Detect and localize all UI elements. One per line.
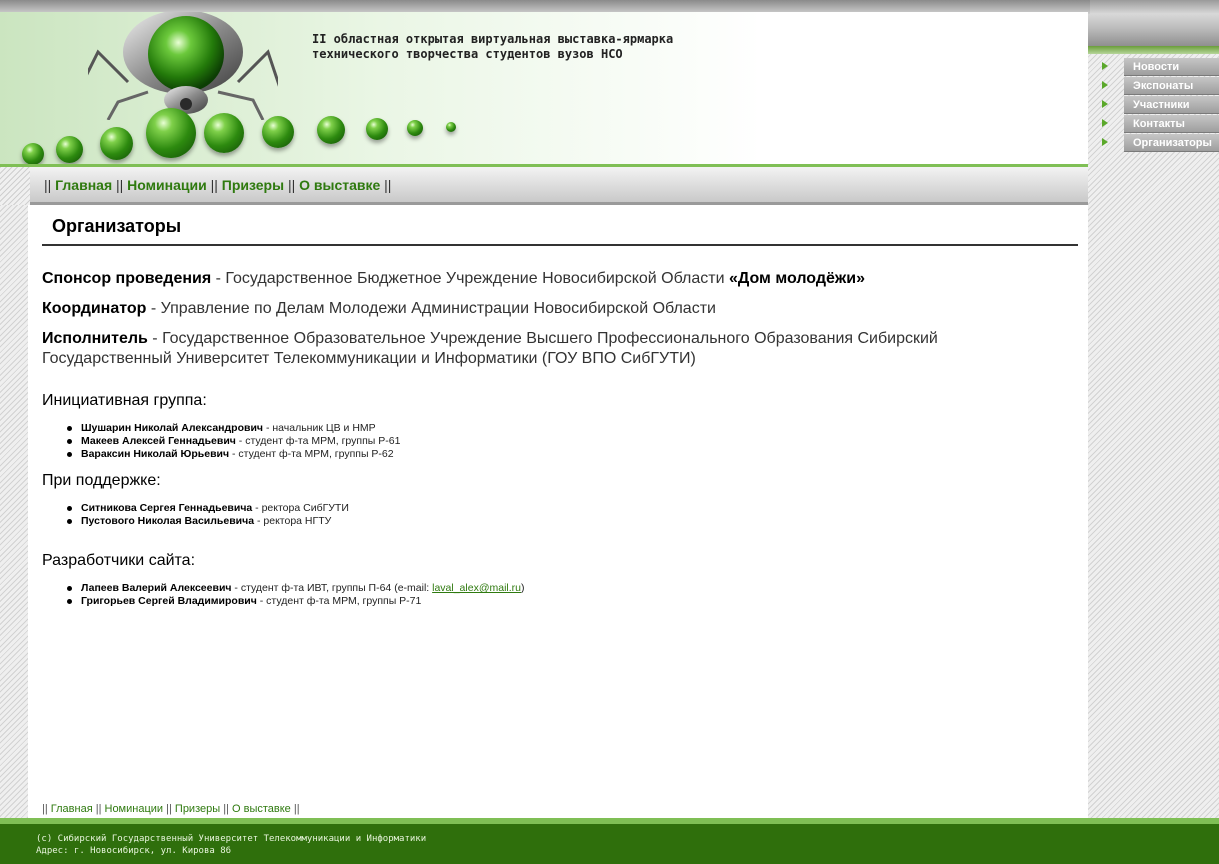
coordinator-paragraph: Координатор - Управление по Делам Молоде… bbox=[42, 299, 1078, 319]
side-menu-button[interactable]: Экспонаты bbox=[1124, 77, 1219, 95]
person-role-end: ) bbox=[521, 582, 525, 594]
person-role: - ректора НГТУ bbox=[254, 515, 332, 527]
side-menu-item-news[interactable]: Новости bbox=[1100, 58, 1219, 76]
side-menu-item-contacts[interactable]: Контакты bbox=[1100, 115, 1219, 133]
nav-separator: || bbox=[223, 803, 229, 815]
sponsor-paragraph: Спонсор проведения - Государственное Бюд… bbox=[42, 269, 1078, 289]
bottom-nav-link-home[interactable]: Главная bbox=[51, 803, 93, 815]
sponsor-text: - Государственное Бюджетное Учреждение Н… bbox=[211, 270, 729, 287]
nav-separator: || bbox=[384, 177, 392, 193]
side-menu-button[interactable]: Новости bbox=[1124, 58, 1219, 76]
site-title-line2: технического творчества студентов вузов … bbox=[312, 47, 623, 61]
bottom-nav-link-nominations[interactable]: Номинации bbox=[105, 803, 164, 815]
arrow-right-icon bbox=[1102, 100, 1108, 108]
arrow-right-icon bbox=[1102, 138, 1108, 146]
nav-separator: || bbox=[166, 803, 172, 815]
person-name: Пустового Николая Васильевича bbox=[81, 515, 255, 527]
nav-separator: || bbox=[42, 803, 48, 815]
person-name: Макеев Алексей Геннадьевич bbox=[81, 435, 236, 447]
left-decorative-strip bbox=[0, 205, 28, 822]
sponsor-emphasis: «Дом молодёжи» bbox=[728, 270, 865, 287]
main-content: Организаторы Спонсор проведения - Госуда… bbox=[28, 208, 1088, 820]
list-item: Вараксин Николай Юрьевич - студент ф-та … bbox=[66, 448, 400, 461]
nav-link-home[interactable]: Главная bbox=[55, 177, 112, 193]
side-menu-item-organizers[interactable]: Организаторы bbox=[1100, 134, 1219, 152]
side-menu-item-exhibits[interactable]: Экспонаты bbox=[1100, 77, 1219, 95]
green-sphere bbox=[56, 136, 83, 163]
side-menu-button[interactable]: Участники bbox=[1124, 96, 1219, 114]
nav-link-about[interactable]: О выставке bbox=[299, 177, 380, 193]
person-name: Шушарин Николай Александрович bbox=[81, 422, 264, 434]
nav-separator: || bbox=[44, 177, 52, 193]
nav-separator: || bbox=[116, 177, 124, 193]
footer-copyright: (с) Сибирский Государственный Университе… bbox=[36, 834, 427, 844]
spider-robot-image bbox=[88, 12, 278, 120]
list-item: Шушарин Николай Александрович - начальни… bbox=[66, 422, 400, 435]
developers-list: Лапеев Валерий Алексеевич - студент ф-та… bbox=[67, 582, 525, 608]
green-sphere bbox=[22, 143, 44, 165]
arrow-right-icon bbox=[1102, 119, 1108, 127]
list-item: Макеев Алексей Геннадьевич - студент ф-т… bbox=[66, 435, 401, 448]
site-title-line1: II областная открытая виртуальная выстав… bbox=[312, 32, 674, 46]
initiative-list: Шушарин Николай Александрович - начальни… bbox=[66, 422, 401, 461]
title-divider bbox=[42, 244, 1078, 246]
sponsor-label: Спонсор проведения bbox=[42, 270, 212, 287]
bottom-nav-link-winners[interactable]: Призеры bbox=[175, 803, 220, 815]
nav-separator: || bbox=[293, 803, 300, 815]
person-role: - студент ф-та МРМ, группы Р-61 bbox=[235, 435, 401, 447]
arrow-right-icon bbox=[1102, 81, 1108, 89]
side-menu-button[interactable]: Контакты bbox=[1124, 115, 1219, 133]
support-list: Ситникова Сергея Геннадьевича - ректора … bbox=[67, 502, 349, 528]
footer-text: (с) Сибирский Государственный Университе… bbox=[36, 833, 426, 857]
side-menu-item-participants[interactable]: Участники bbox=[1100, 96, 1219, 114]
person-role: - студент ф-та ИВТ, группы П-64 (e-mail: bbox=[231, 582, 433, 594]
green-sphere bbox=[317, 116, 345, 144]
list-item: Ситникова Сергея Геннадьевича - ректора … bbox=[67, 502, 349, 515]
executor-paragraph: Исполнитель - Государственное Образовате… bbox=[42, 329, 1072, 369]
green-sphere bbox=[146, 108, 196, 158]
person-name: Григорьев Сергей Владимирович bbox=[81, 595, 257, 607]
person-role: - начальник ЦВ и НМР bbox=[263, 422, 376, 434]
bottom-nav-link-about[interactable]: О выставке bbox=[232, 803, 291, 815]
nav-separator: || bbox=[95, 803, 102, 815]
green-sphere bbox=[204, 113, 244, 153]
support-heading: При поддержке: bbox=[42, 472, 161, 489]
arrow-right-icon bbox=[1102, 62, 1108, 70]
footer-address: Адрес: г. Новосибирск, ул. Кирова 86 bbox=[36, 846, 232, 856]
green-sphere bbox=[366, 118, 388, 140]
coordinator-label: Координатор bbox=[42, 300, 147, 317]
initiative-heading: Инициативная группа: bbox=[42, 392, 207, 409]
page-title: Организаторы bbox=[52, 216, 182, 236]
person-role: - ректора СибГУТИ bbox=[252, 502, 349, 514]
list-item: Лапеев Валерий Алексеевич - студент ф-та… bbox=[67, 582, 525, 595]
person-name: Ситникова Сергея Геннадьевича bbox=[81, 502, 253, 514]
person-name: Лапеев Валерий Алексеевич bbox=[81, 582, 232, 594]
green-sphere bbox=[446, 122, 456, 132]
list-item: Григорьев Сергей Владимирович - студент … bbox=[67, 595, 525, 608]
developers-heading: Разработчики сайта: bbox=[42, 552, 196, 569]
side-menu-button[interactable]: Организаторы bbox=[1124, 134, 1219, 152]
coordinator-text: - Управление по Делам Молодежи Администр… bbox=[146, 300, 716, 317]
nav-bar-corner bbox=[0, 167, 30, 205]
list-item: Пустового Николая Васильевича - ректора … bbox=[67, 515, 349, 528]
nav-separator: || bbox=[287, 177, 296, 193]
nav-link-nominations[interactable]: Номинации bbox=[127, 177, 207, 193]
executor-text: - Государственное Образовательное Учрежд… bbox=[42, 330, 938, 367]
green-sphere bbox=[262, 116, 294, 148]
nav-link-winners[interactable]: Призеры bbox=[222, 177, 284, 193]
top-nav: || Главная || Номинации || Призеры || О … bbox=[44, 177, 391, 193]
executor-label: Исполнитель bbox=[42, 330, 148, 347]
person-name: Вараксин Николай Юрьевич bbox=[81, 448, 230, 460]
site-title: II областная открытая виртуальная выстав… bbox=[312, 32, 772, 62]
right-top-green-edge bbox=[1088, 46, 1219, 54]
green-sphere bbox=[100, 127, 133, 160]
person-role: - студент ф-та МРМ, группы Р-62 bbox=[229, 448, 394, 460]
person-role: - студент ф-та МРМ, группы Р-71 bbox=[256, 595, 422, 607]
email-link[interactable]: laval_alex@mail.ru bbox=[432, 582, 521, 594]
green-sphere bbox=[407, 120, 423, 136]
bottom-nav: || Главная || Номинации || Призеры || О … bbox=[42, 803, 300, 815]
nav-separator: || bbox=[210, 177, 218, 193]
